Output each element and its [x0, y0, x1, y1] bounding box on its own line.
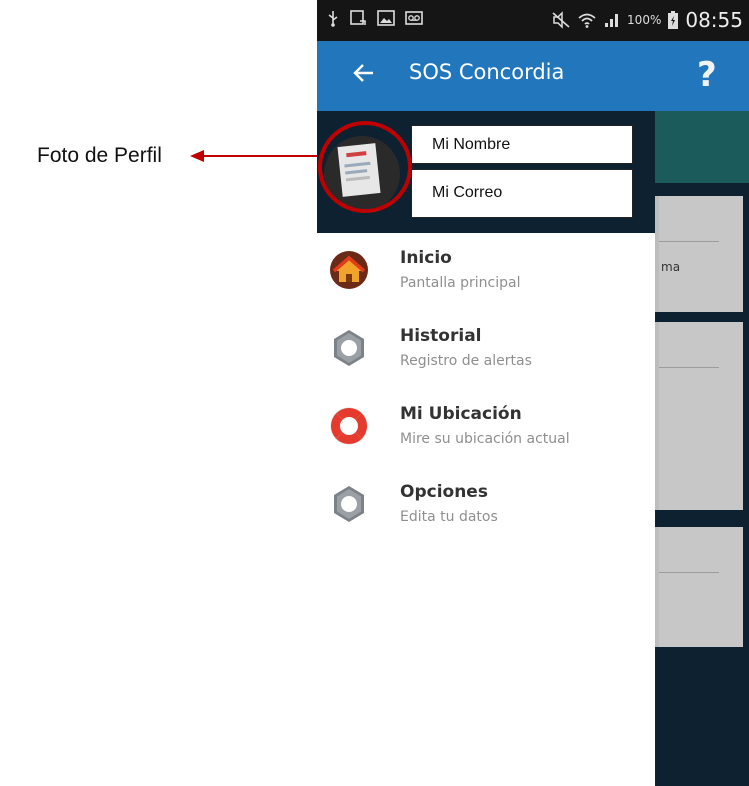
background-card — [655, 527, 743, 647]
image-icon — [377, 10, 395, 26]
background-card: ma — [655, 196, 743, 312]
menu-item-subtitle: Registro de alertas — [400, 353, 532, 369]
drawer-header: Mi Nombre Mi Correo — [317, 111, 655, 233]
menu-item-title: Historial — [400, 326, 482, 346]
signal-icon — [605, 14, 619, 27]
background-card-text: ma — [661, 260, 681, 274]
annotation-label: Foto de Perfil — [37, 144, 162, 167]
navigation-drawer: Mi Nombre Mi Correo Inicio Pantalla prin… — [317, 111, 655, 786]
menu-item-title: Inicio — [400, 248, 452, 268]
home-icon — [330, 251, 368, 289]
menu-item-title: Mi Ubicación — [400, 404, 522, 424]
background-card — [655, 322, 743, 510]
menu-item-subtitle: Edita tu datos — [400, 509, 498, 525]
profile-photo-highlight — [318, 121, 412, 213]
profile-name: Mi Nombre — [411, 125, 633, 164]
menu-item-subtitle: Pantalla principal — [400, 275, 521, 291]
menu-item-opciones[interactable]: Opciones Edita tu datos — [317, 472, 655, 546]
menu-item-historial[interactable]: Historial Registro de alertas — [317, 316, 655, 390]
gear-icon — [334, 330, 364, 366]
background-banner — [655, 111, 749, 183]
menu-item-inicio[interactable]: Inicio Pantalla principal — [317, 238, 655, 312]
battery-icon — [668, 11, 679, 29]
profile-email: Mi Correo — [411, 169, 633, 218]
clock: 08:55 — [685, 8, 743, 32]
screenshot-icon — [350, 10, 366, 25]
phone-screen: 100% 08:55 SOS Concordia ? ma Mi Nombre … — [317, 0, 749, 786]
battery-percent: 100% — [627, 13, 662, 27]
page: Foto de Perfil 100% 08:55 SOS Concordia … — [0, 0, 749, 786]
wifi-icon — [578, 13, 596, 28]
annotation-arrow-icon — [190, 150, 326, 162]
status-bar: 100% 08:55 — [317, 0, 749, 41]
lifebuoy-icon — [330, 407, 368, 445]
app-bar: SOS Concordia ? — [317, 41, 749, 111]
mute-icon — [552, 11, 570, 29]
menu-item-subtitle: Mire su ubicación actual — [400, 431, 570, 447]
menu-item-title: Opciones — [400, 482, 488, 502]
gear-icon — [334, 486, 364, 522]
voicemail-icon — [405, 11, 423, 25]
usb-icon — [328, 11, 338, 27]
menu-item-mi-ubicacion[interactable]: Mi Ubicación Mire su ubicación actual — [317, 394, 655, 468]
app-title: SOS Concordia — [409, 60, 565, 84]
help-icon[interactable]: ? — [697, 55, 717, 95]
back-arrow-icon[interactable] — [352, 61, 376, 85]
